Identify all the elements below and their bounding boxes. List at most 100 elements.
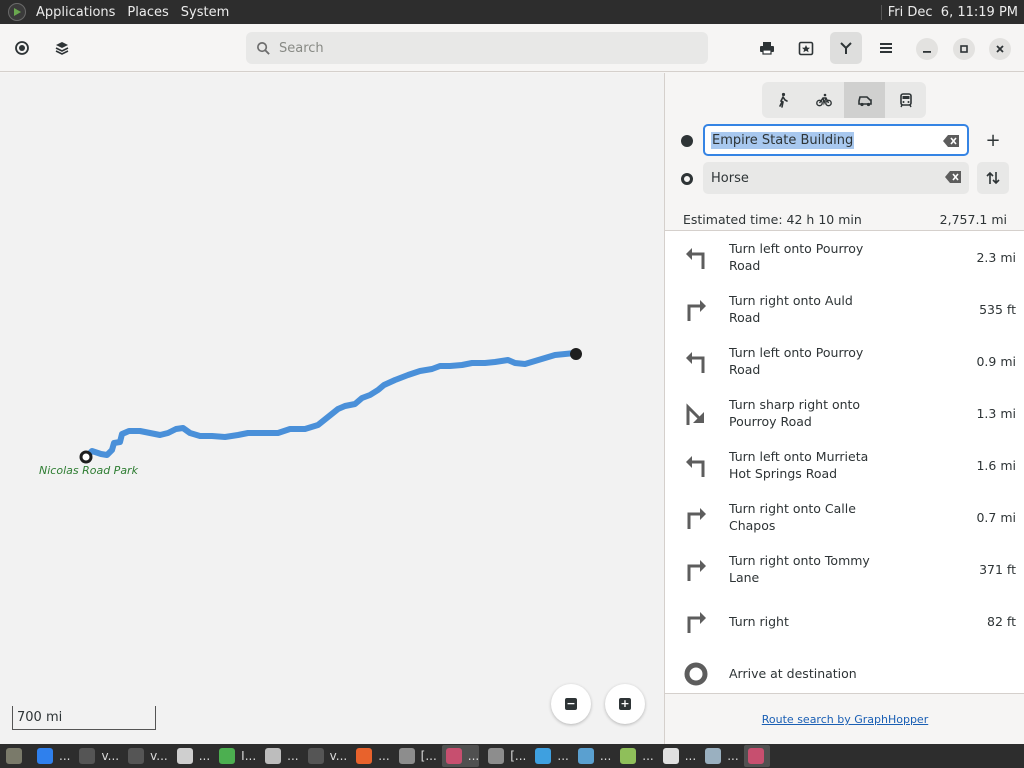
taskbar-item[interactable]: ... xyxy=(659,745,696,767)
instruction-step[interactable]: Turn left onto Pourroy Road 2.3 mi xyxy=(665,231,1024,283)
taskbar-item[interactable]: ... xyxy=(261,745,299,767)
instruction-distance: 535 ft xyxy=(979,301,1016,317)
taskbar-item-label: v... xyxy=(101,749,120,763)
maximize-button[interactable] xyxy=(953,38,975,60)
swap-route-button[interactable] xyxy=(977,162,1009,194)
applications-menu[interactable]: Applications xyxy=(30,5,121,20)
instruction-step[interactable]: Turn left onto Pourroy Road 0.9 mi xyxy=(665,335,1024,387)
taskbar-app-icon xyxy=(176,748,193,764)
graphhopper-credit-link[interactable]: Route search by GraphHopper xyxy=(665,713,1024,726)
instruction-step[interactable]: Turn sharp right onto Pourroy Road 1.3 m… xyxy=(665,387,1024,439)
taskbar-app-icon xyxy=(128,748,145,764)
instruction-text: Turn right onto Calle Chapos xyxy=(729,501,856,533)
instruction-step[interactable]: Turn right onto Auld Road 535 ft xyxy=(665,283,1024,335)
instruction-text: Turn sharp right onto Pourroy Road xyxy=(729,397,861,429)
mode-bike-button[interactable] xyxy=(803,82,844,118)
clock[interactable]: Fri Dec 6, 11:19 PM xyxy=(880,4,1024,20)
taskbar-item-label: [... xyxy=(420,749,437,763)
header-bar: Search xyxy=(0,24,1024,72)
turn-right-icon xyxy=(683,609,709,635)
minimize-button[interactable] xyxy=(916,38,938,60)
map-view[interactable]: Nicolas Road Park 700 mi − + xyxy=(0,73,664,744)
taskbar-item[interactable]: ... xyxy=(173,745,210,767)
instruction-text: Turn right onto Tommy Lane xyxy=(729,553,870,585)
turn-left-icon xyxy=(683,453,709,479)
zoom-out-icon: − xyxy=(565,697,577,710)
arrive-icon xyxy=(683,661,709,687)
taskbar-app-icon xyxy=(662,748,679,764)
taskbar-item[interactable]: ... xyxy=(531,745,569,767)
taskbar-item[interactable] xyxy=(743,745,770,767)
taskbar-item[interactable]: ... xyxy=(33,745,70,767)
instruction-step[interactable]: Turn right onto Calle Chapos 0.7 mi xyxy=(665,491,1024,543)
route-instructions-list[interactable]: Turn left onto Pourroy Road 2.3 mi Turn … xyxy=(665,230,1024,694)
place-label[interactable]: Nicolas Road Park xyxy=(39,464,138,477)
start-location-input[interactable]: Empire State Building xyxy=(703,124,969,156)
print-icon xyxy=(760,42,774,55)
places-menu[interactable]: Places xyxy=(121,5,174,20)
clear-start-icon[interactable] xyxy=(943,135,959,147)
destination-row: Horse xyxy=(665,162,1024,196)
scale-label: 700 mi xyxy=(17,710,63,725)
zoom-out-button[interactable]: − xyxy=(551,684,591,724)
taskbar-item[interactable]: v... xyxy=(304,745,347,767)
mode-transit-button[interactable] xyxy=(885,82,926,118)
add-via-button[interactable]: + xyxy=(977,124,1009,156)
hamburger-menu-icon xyxy=(880,43,892,53)
taskbar-app-icon xyxy=(6,748,22,764)
instruction-step[interactable]: Turn left onto Murrieta Hot Springs Road… xyxy=(665,439,1024,491)
sharp-right-icon xyxy=(683,401,709,427)
taskbar-item[interactable]: ... xyxy=(574,745,611,767)
destination-input[interactable]: Horse xyxy=(703,162,969,194)
route-button[interactable] xyxy=(830,32,862,64)
taskbar-item-label: [... xyxy=(510,749,527,763)
clear-destination-icon[interactable] xyxy=(945,171,961,183)
taskbar-item[interactable]: [... xyxy=(395,745,437,767)
instruction-step[interactable]: Arrive at destination xyxy=(665,647,1024,699)
bike-icon xyxy=(815,93,832,107)
add-icon: + xyxy=(985,129,1001,151)
taskbar-app-icon xyxy=(219,748,236,764)
instruction-text: Arrive at destination xyxy=(729,665,857,681)
system-logo-icon[interactable] xyxy=(8,3,26,21)
taskbar-item[interactable]: [... xyxy=(484,745,526,767)
taskbar-app-icon xyxy=(307,748,324,764)
close-button[interactable] xyxy=(989,38,1011,60)
taskbar-item[interactable]: ... xyxy=(441,745,480,767)
zoom-in-icon: + xyxy=(619,697,631,710)
instruction-distance: 0.9 mi xyxy=(976,353,1016,369)
taskbar-item-label: ... xyxy=(727,749,739,763)
print-button[interactable] xyxy=(751,32,783,64)
search-icon xyxy=(257,41,270,55)
mode-car-button[interactable] xyxy=(844,82,885,118)
taskbar-item[interactable] xyxy=(2,745,28,767)
instruction-distance: 1.3 mi xyxy=(976,405,1016,421)
taskbar-item[interactable]: ... xyxy=(616,745,654,767)
search-input[interactable]: Search xyxy=(246,32,708,64)
taskbar-app-icon xyxy=(356,748,373,764)
instruction-text: Turn right onto Auld Road xyxy=(729,293,853,325)
top-panel: Applications Places System Fri Dec 6, 11… xyxy=(0,0,1024,24)
layers-icon xyxy=(55,42,69,55)
favorites-button[interactable] xyxy=(790,32,822,64)
taskbar-item[interactable]: v... xyxy=(124,745,168,767)
taskbar-item[interactable]: ... xyxy=(701,745,739,767)
taskbar-item[interactable]: I... xyxy=(215,745,256,767)
taskbar-item[interactable]: v... xyxy=(75,745,119,767)
location-button[interactable] xyxy=(6,32,38,64)
taskbar-app-icon xyxy=(705,748,722,764)
taskbar-item[interactable]: ... xyxy=(352,745,390,767)
route-icon xyxy=(840,42,852,54)
main-menu-button[interactable] xyxy=(870,32,902,64)
instruction-step[interactable]: Turn right 82 ft xyxy=(665,595,1024,647)
taskbar: ... v... v...... I...... v...... [...... [....… xyxy=(0,744,1024,768)
instruction-text: Turn right xyxy=(729,613,789,629)
system-menu[interactable]: System xyxy=(175,5,235,20)
mode-walk-button[interactable] xyxy=(762,82,803,118)
instruction-step[interactable]: Turn right onto Tommy Lane 371 ft xyxy=(665,543,1024,595)
zoom-in-button[interactable]: + xyxy=(605,684,645,724)
taskbar-item-label: ... xyxy=(642,749,654,763)
start-row: Empire State Building + xyxy=(665,124,1024,158)
layers-button[interactable] xyxy=(46,32,78,64)
taskbar-app-icon xyxy=(535,748,552,764)
